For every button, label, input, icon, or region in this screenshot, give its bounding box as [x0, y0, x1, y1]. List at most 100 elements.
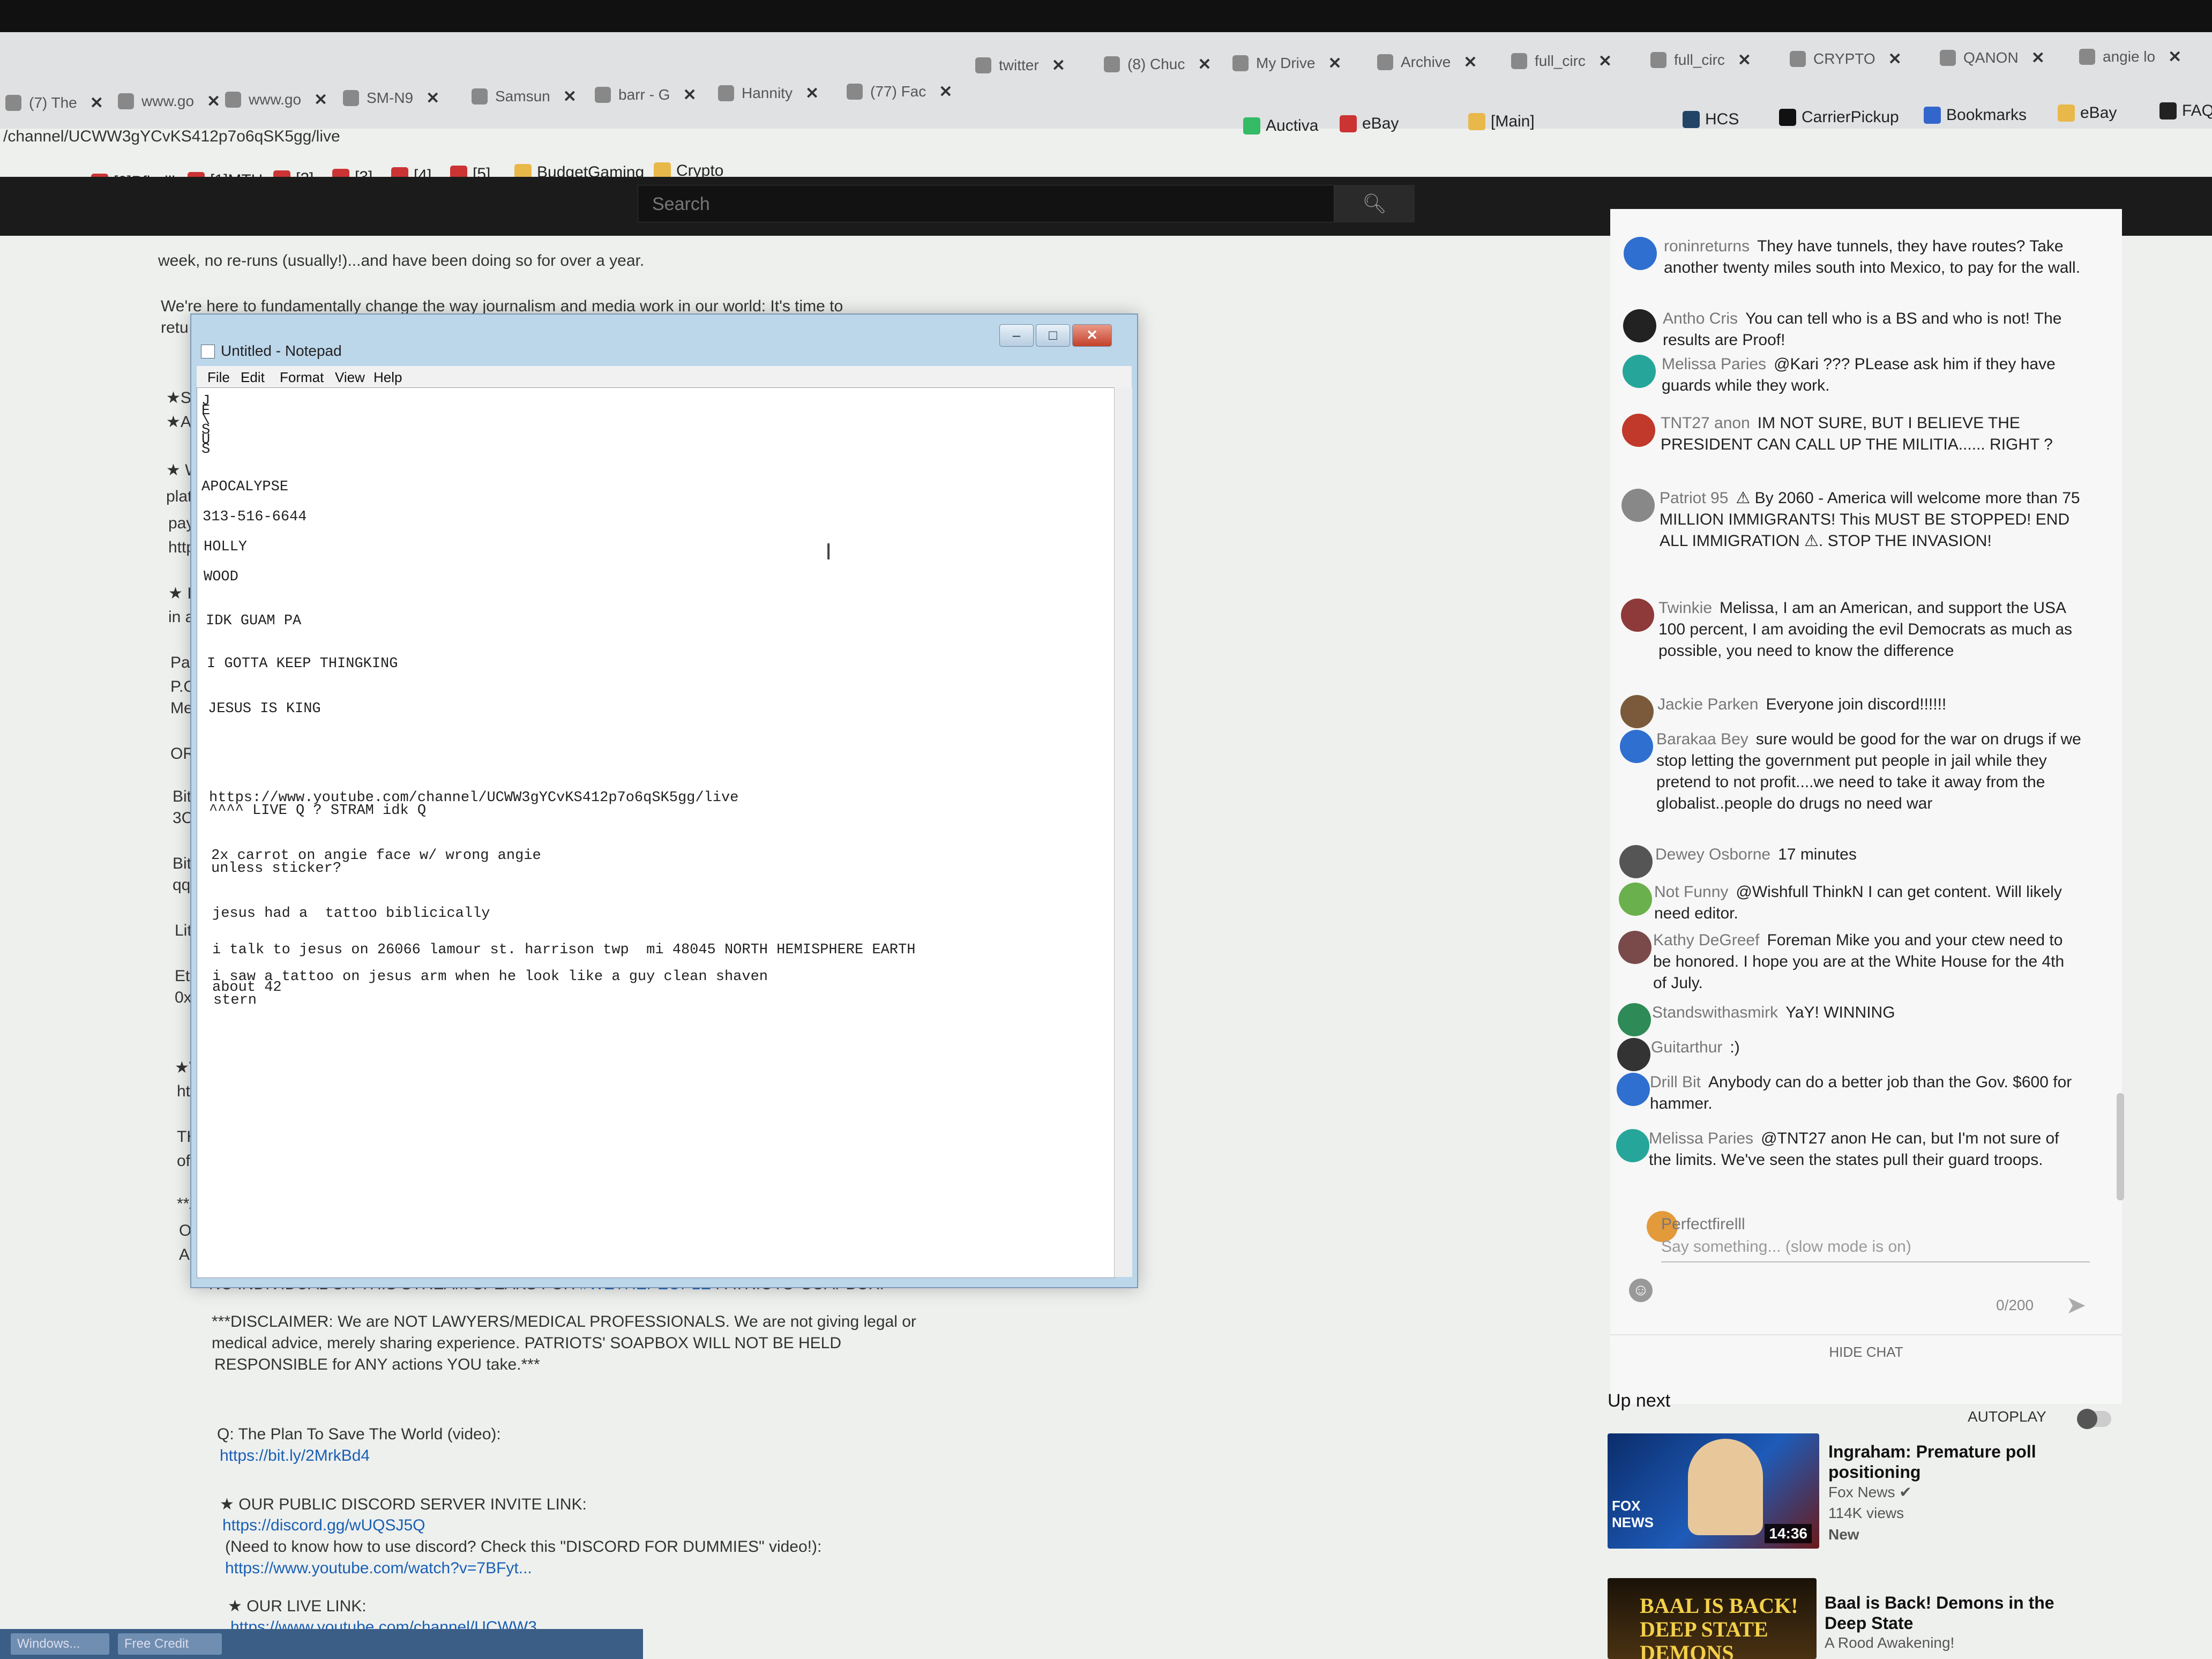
chat-author[interactable]: Melissa Paries [1662, 355, 1766, 373]
tab-favicon-icon [847, 84, 863, 100]
close-icon[interactable]: ✕ [1328, 54, 1341, 73]
close-icon[interactable]: ✕ [2168, 48, 2181, 66]
chat-author[interactable]: Guitarthur [1651, 1038, 1722, 1056]
taskbar-item[interactable]: Free Credit [118, 1633, 222, 1655]
chat-author[interactable]: Melissa Paries [1649, 1130, 1753, 1147]
avatar [1616, 1129, 1649, 1162]
chat-author[interactable]: TNT27 anon [1661, 414, 1750, 432]
plan-link[interactable]: https://bit.ly/2MrkBd4 [220, 1447, 370, 1465]
chat-author[interactable]: Twinkie [1658, 599, 1712, 617]
chat-author[interactable]: Not Funny [1654, 883, 1728, 901]
close-icon[interactable]: ✕ [1888, 50, 1902, 69]
search-button[interactable]: 🔍︎ [1334, 185, 1415, 222]
video-thumbnail[interactable]: BAAL IS BACK! DEEP STATE DEMONS [1608, 1578, 1817, 1659]
text-line: WOOD [204, 569, 238, 585]
menu-item[interactable]: File [207, 369, 230, 386]
description-line: We're here to fundamentally change the w… [161, 297, 843, 315]
text-area[interactable]: J E \ S U S APOCALYPSE 313-516-6644 HOLLY WOOD IDK… [197, 387, 1115, 1278]
video-title[interactable]: Ingraham: Premature poll positioning [1828, 1441, 2075, 1482]
description-line: week, no re-runs (usually!)...and have b… [158, 252, 645, 270]
chat-message: Kathy DeGreef Foreman Mike you and your c… [1653, 930, 2082, 994]
bookmark[interactable]: Bookmarks [1924, 99, 2027, 131]
browser-tab[interactable]: angie lo ✕ [2079, 40, 2202, 74]
chat-author[interactable]: Dewey Osborne [1655, 846, 1770, 863]
browser-tab[interactable]: My Drive ✕ [1232, 46, 1356, 80]
video-thumbnail[interactable]: FOX NEWS 14:36 [1608, 1433, 1819, 1549]
close-icon[interactable]: ✕ [1598, 52, 1612, 71]
live-title: ★ OUR LIVE LINK: [228, 1597, 367, 1615]
bookmark[interactable]: eBay [2058, 97, 2117, 129]
close-icon[interactable]: ✕ [1052, 56, 1065, 75]
tab-label: My Drive [1256, 55, 1316, 71]
close-icon[interactable]: ✕ [1198, 55, 1211, 74]
tab-label: CRYPTO [1813, 50, 1875, 67]
chat-author[interactable]: Patriot 95 [1660, 489, 1728, 507]
close-button[interactable]: ✕ [1072, 324, 1112, 347]
tab-label: (77) Fac [870, 83, 926, 100]
discord-help-link[interactable]: https://www.youtube.com/watch?v=7BFyt... [225, 1559, 532, 1578]
notepad-window[interactable]: Untitled - Notepad – □ ✕ File Edit Format V… [190, 313, 1138, 1288]
bookmark[interactable]: eBay [1340, 108, 1399, 140]
video-views: 114K views [1828, 1505, 1904, 1521]
avatar [1619, 883, 1652, 916]
tab-label: twitter [999, 57, 1039, 73]
chat-author[interactable]: Standswithasmirk [1652, 1004, 1778, 1021]
chat-author[interactable]: Antho Cris [1663, 310, 1738, 327]
chat-author[interactable]: Barakaa Bey [1656, 730, 1748, 748]
chat-input[interactable]: Say something... (slow mode is on) [1661, 1238, 2090, 1262]
menu-item[interactable]: Edit [241, 369, 265, 386]
browser-tab[interactable]: full_circ ✕ [1511, 44, 1634, 78]
search-input[interactable]: Search [638, 185, 1334, 222]
vertical-scrollbar[interactable] [1114, 387, 1132, 1277]
browser-tab[interactable]: full_circ ✕ [1650, 43, 1774, 77]
menu-item[interactable]: Format [280, 369, 324, 386]
chat-author[interactable]: Kathy DeGreef [1653, 931, 1759, 949]
emoji-icon[interactable]: ☺ [1629, 1279, 1653, 1302]
window-title: Untitled - Notepad [221, 342, 342, 359]
bookmark-icon [2159, 102, 2177, 119]
discord-link[interactable]: https://discord.gg/wUQSJ5Q [222, 1516, 425, 1535]
close-icon[interactable]: ✕ [1738, 51, 1751, 70]
browser-tab[interactable]: QANON ✕ [1940, 41, 2063, 75]
maximize-button[interactable]: □ [1036, 324, 1070, 347]
chat-text: YaY! WINNING [1785, 1004, 1895, 1021]
chat-scrollbar[interactable] [2117, 1093, 2124, 1200]
bookmark[interactable]: CarrierPickup [1779, 101, 1899, 133]
bookmark-label: [Main] [1491, 113, 1535, 130]
tab-favicon-icon [975, 57, 991, 73]
browser-tab[interactable]: twitter ✕ [975, 48, 1098, 83]
bookmark[interactable]: [Main] [1468, 106, 1535, 138]
send-icon[interactable]: ➤ [2066, 1290, 2087, 1319]
minimize-button[interactable]: – [999, 324, 1034, 347]
browser-tab[interactable]: (8) Chuc ✕ [1104, 47, 1227, 81]
autoplay-toggle[interactable] [2077, 1409, 2111, 1429]
tab-label: Archive [1401, 54, 1451, 70]
video-title[interactable]: Baal is Back! Demons in the Deep State [1825, 1593, 2071, 1633]
browser-tab[interactable]: CRYPTO ✕ [1790, 42, 1913, 76]
chat-message: Not Funny @Wishfull ThinkN I can get cont… [1654, 881, 2083, 924]
chat-author[interactable]: roninreturns [1664, 237, 1750, 255]
search-icon: 🔍︎ [1362, 192, 1387, 214]
close-icon[interactable]: ✕ [939, 83, 952, 101]
bookmark-icon [1924, 107, 1941, 124]
menu-item[interactable]: View [335, 369, 365, 386]
chat-author[interactable]: Jackie Parken [1657, 696, 1758, 713]
chat-message: Dewey Osborne 17 minutes [1655, 844, 2084, 865]
close-icon[interactable]: ✕ [2031, 49, 2045, 68]
chat-message: Melissa Paries @Kari ??? PLease ask him i… [1662, 354, 2090, 397]
menu-item[interactable]: Help [373, 369, 402, 386]
text-line: i talk to jesus on 26066 lamour st. harr… [212, 942, 916, 958]
bookmark[interactable]: Auctiva [1243, 110, 1318, 142]
bookmark[interactable]: FAQ [2159, 95, 2212, 127]
bookmark[interactable]: HCS [1683, 103, 1739, 136]
browser-tab[interactable]: Archive ✕ [1377, 45, 1500, 79]
video-channel: Fox News ✔ [1828, 1484, 1912, 1500]
chat-author[interactable]: Drill Bit [1650, 1073, 1701, 1091]
hide-chat-button[interactable]: HIDE CHAT [1610, 1334, 2122, 1361]
avatar [1620, 695, 1654, 728]
close-icon[interactable]: ✕ [1463, 53, 1477, 72]
tab-label: QANON [1963, 49, 2019, 66]
plan-title: Q: The Plan To Save The World (video): [217, 1425, 501, 1443]
taskbar-item[interactable]: Windows... [11, 1633, 109, 1655]
thumbnail-text: BAAL IS BACK! DEEP STATE DEMONS [1640, 1594, 1798, 1659]
